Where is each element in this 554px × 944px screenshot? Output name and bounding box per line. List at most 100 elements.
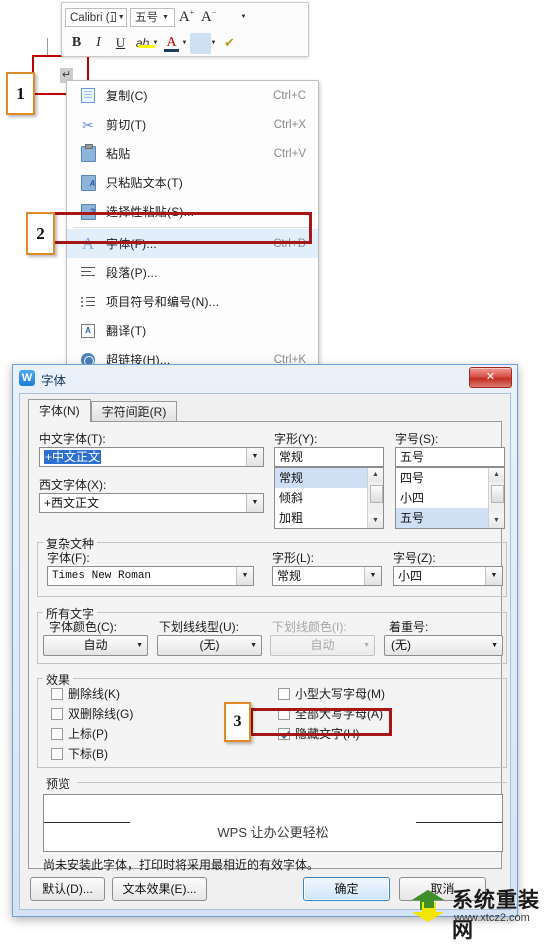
font-style-value: 常规	[279, 450, 304, 464]
checkbox-box[interactable]	[51, 727, 63, 740]
dialog-titlebar: W 字体 ✕	[13, 365, 517, 392]
font-color-dropdown[interactable]: 自动 ▼	[43, 635, 148, 656]
tab-font[interactable]: 字体(N)	[28, 399, 91, 422]
chevron-down-icon[interactable]: ▼	[491, 636, 498, 655]
chinese-font-combo[interactable]: +中文正文 ▼	[39, 447, 264, 467]
mini-format-toolbar: Calibri (正 ▼ 五号 ▼ A+ A− ▼ B I U ab ▼ A ▼	[61, 2, 309, 57]
scissors-icon: ✂	[82, 116, 94, 133]
underline-style-dropdown[interactable]: (无) ▼	[157, 635, 262, 656]
grow-font-icon: A+	[178, 8, 195, 25]
scroll-down-icon[interactable]: ▼	[368, 514, 383, 528]
menu-item-paste[interactable]: 粘贴 Ctrl+V	[67, 139, 318, 168]
cs-font-combo[interactable]: Times New Roman ▼	[47, 566, 254, 586]
text-effects-button[interactable]: 文本效果(E)...	[112, 877, 207, 901]
checkbox-subscript[interactable]: 下标(B)	[51, 745, 108, 762]
font-style-input[interactable]: 常规	[274, 447, 384, 467]
align-button[interactable]	[190, 32, 211, 54]
menu-item-paragraph[interactable]: 段落(P)...	[67, 258, 318, 287]
chevron-down-icon[interactable]: ▼	[116, 8, 126, 27]
menu-item-label: 段落(P)...	[106, 266, 158, 280]
grow-font-button[interactable]: A+	[176, 7, 197, 28]
tabstrip: 字体(N) 字符间距(R)	[28, 399, 178, 422]
font-dialog: W 字体 ✕ 字体(N) 字符间距(R) 中文字体(T): +中文正文 ▼ 西文…	[12, 364, 518, 917]
italic-button[interactable]: I	[88, 33, 109, 54]
menu-item-shortcut: Ctrl+V	[273, 147, 306, 160]
checkbox-label: 删除线(K)	[68, 687, 120, 701]
scrollbar-thumb[interactable]	[370, 485, 383, 503]
scroll-up-icon[interactable]: ▲	[489, 468, 504, 482]
highlight-button[interactable]: ab	[132, 33, 155, 54]
font-size-value: 五号	[400, 450, 425, 464]
font-size-listbox[interactable]: 四号 小四 五号 ▲ ▼	[395, 467, 505, 529]
font-color-button[interactable]: A	[161, 33, 182, 54]
chinese-font-label: 中文字体(T):	[39, 432, 106, 446]
menu-item-label: 复制(C)	[106, 89, 148, 103]
copy-icon	[75, 86, 101, 106]
western-font-combo[interactable]: +西文正文 ▼	[39, 493, 264, 513]
chevron-down-icon[interactable]: ▼	[236, 567, 253, 585]
checkbox-box[interactable]	[51, 707, 63, 720]
font-size-input[interactable]: 五号	[395, 447, 505, 467]
scroll-down-icon[interactable]: ▼	[489, 514, 504, 528]
format-painter-button[interactable]: ✔	[219, 33, 240, 54]
checkbox-label: 下标(B)	[68, 747, 108, 761]
chevron-down-icon[interactable]: ▼	[246, 494, 263, 512]
cs-style-label: 字形(L):	[272, 551, 315, 565]
font-color-value: 自动	[83, 638, 108, 652]
scrollbar-thumb[interactable]	[491, 485, 504, 503]
checkbox-superscript[interactable]: 上标(P)	[51, 725, 108, 742]
scrollbar[interactable]: ▲ ▼	[488, 468, 504, 528]
italic-icon: I	[96, 35, 101, 50]
font-style-label: 字形(Y):	[274, 432, 318, 446]
font-size-label: 字号(S):	[395, 432, 439, 446]
underline-icon: U	[115, 35, 126, 50]
menu-item-cut[interactable]: ✂ 剪切(T) Ctrl+X	[67, 110, 318, 139]
chevron-down-icon[interactable]: ▼	[136, 636, 143, 655]
chevron-down-icon[interactable]: ▼	[364, 567, 381, 585]
underline-button[interactable]: U	[110, 33, 131, 54]
ok-button[interactable]: 确定	[303, 877, 390, 901]
menu-item-label: 翻译(T)	[106, 324, 147, 338]
close-icon[interactable]: ✕	[469, 367, 512, 388]
checkbox-box[interactable]	[51, 687, 63, 700]
checkbox-double-strikethrough[interactable]: 双删除线(G)	[51, 705, 133, 722]
chevron-down-icon[interactable]: ▼	[246, 448, 263, 466]
underline-color-value: 自动	[310, 638, 335, 652]
checkbox-small-caps[interactable]: 小型大写字母(M)	[278, 685, 385, 702]
scroll-up-icon[interactable]: ▲	[368, 468, 383, 482]
paste-text-icon	[75, 173, 101, 193]
menu-item-paste-text-only[interactable]: 只粘贴文本(T)	[67, 168, 318, 197]
font-size-combo[interactable]: 五号 ▼	[130, 7, 175, 27]
line-spacing-button[interactable]	[220, 7, 241, 28]
checkbox-strikethrough[interactable]: 删除线(K)	[51, 685, 120, 702]
chevron-down-icon[interactable]: ▼	[250, 636, 257, 655]
emphasis-mark-value: (无)	[391, 638, 411, 652]
chevron-down-icon: ▼	[363, 642, 370, 649]
shrink-font-button[interactable]: A−	[198, 7, 219, 28]
chevron-down-icon[interactable]: ▼	[485, 567, 502, 585]
font-name-combo[interactable]: Calibri (正 ▼	[65, 7, 127, 27]
font-style-listbox[interactable]: 常规 倾斜 加粗 ▲ ▼	[274, 467, 384, 529]
checkbox-box[interactable]	[51, 747, 63, 760]
default-button[interactable]: 默认(D)...	[30, 877, 105, 901]
chinese-font-value: +中文正文	[44, 450, 102, 464]
menu-item-translate[interactable]: A 翻译(T)	[67, 316, 318, 345]
scrollbar[interactable]: ▲ ▼	[367, 468, 383, 528]
annotation-marker-3: 3	[224, 702, 251, 742]
cs-size-value: 小四	[398, 569, 423, 583]
recycle-logo-icon	[412, 890, 444, 922]
checkbox-label: 双删除线(G)	[68, 707, 134, 721]
font-size-value: 五号	[135, 12, 158, 24]
dialog-body: 字体(N) 字符间距(R) 中文字体(T): +中文正文 ▼ 西文字体(X): …	[19, 393, 511, 910]
menu-item-label: 项目符号和编号(N)...	[106, 295, 220, 309]
tab-character-spacing[interactable]: 字符间距(R)	[90, 401, 178, 422]
cs-size-combo[interactable]: 小四 ▼	[393, 566, 503, 586]
menu-item-bullets-numbering[interactable]: 项目符号和编号(N)...	[67, 287, 318, 316]
chevron-down-icon[interactable]: ▼	[160, 8, 171, 27]
emphasis-mark-dropdown[interactable]: (无) ▼	[384, 635, 503, 656]
annotation-marker-1: 1	[6, 72, 35, 115]
checkbox-box[interactable]	[278, 687, 290, 700]
cs-style-combo[interactable]: 常规 ▼	[272, 566, 382, 586]
bold-button[interactable]: B	[66, 33, 87, 54]
menu-item-copy[interactable]: 复制(C) Ctrl+C	[67, 81, 318, 110]
